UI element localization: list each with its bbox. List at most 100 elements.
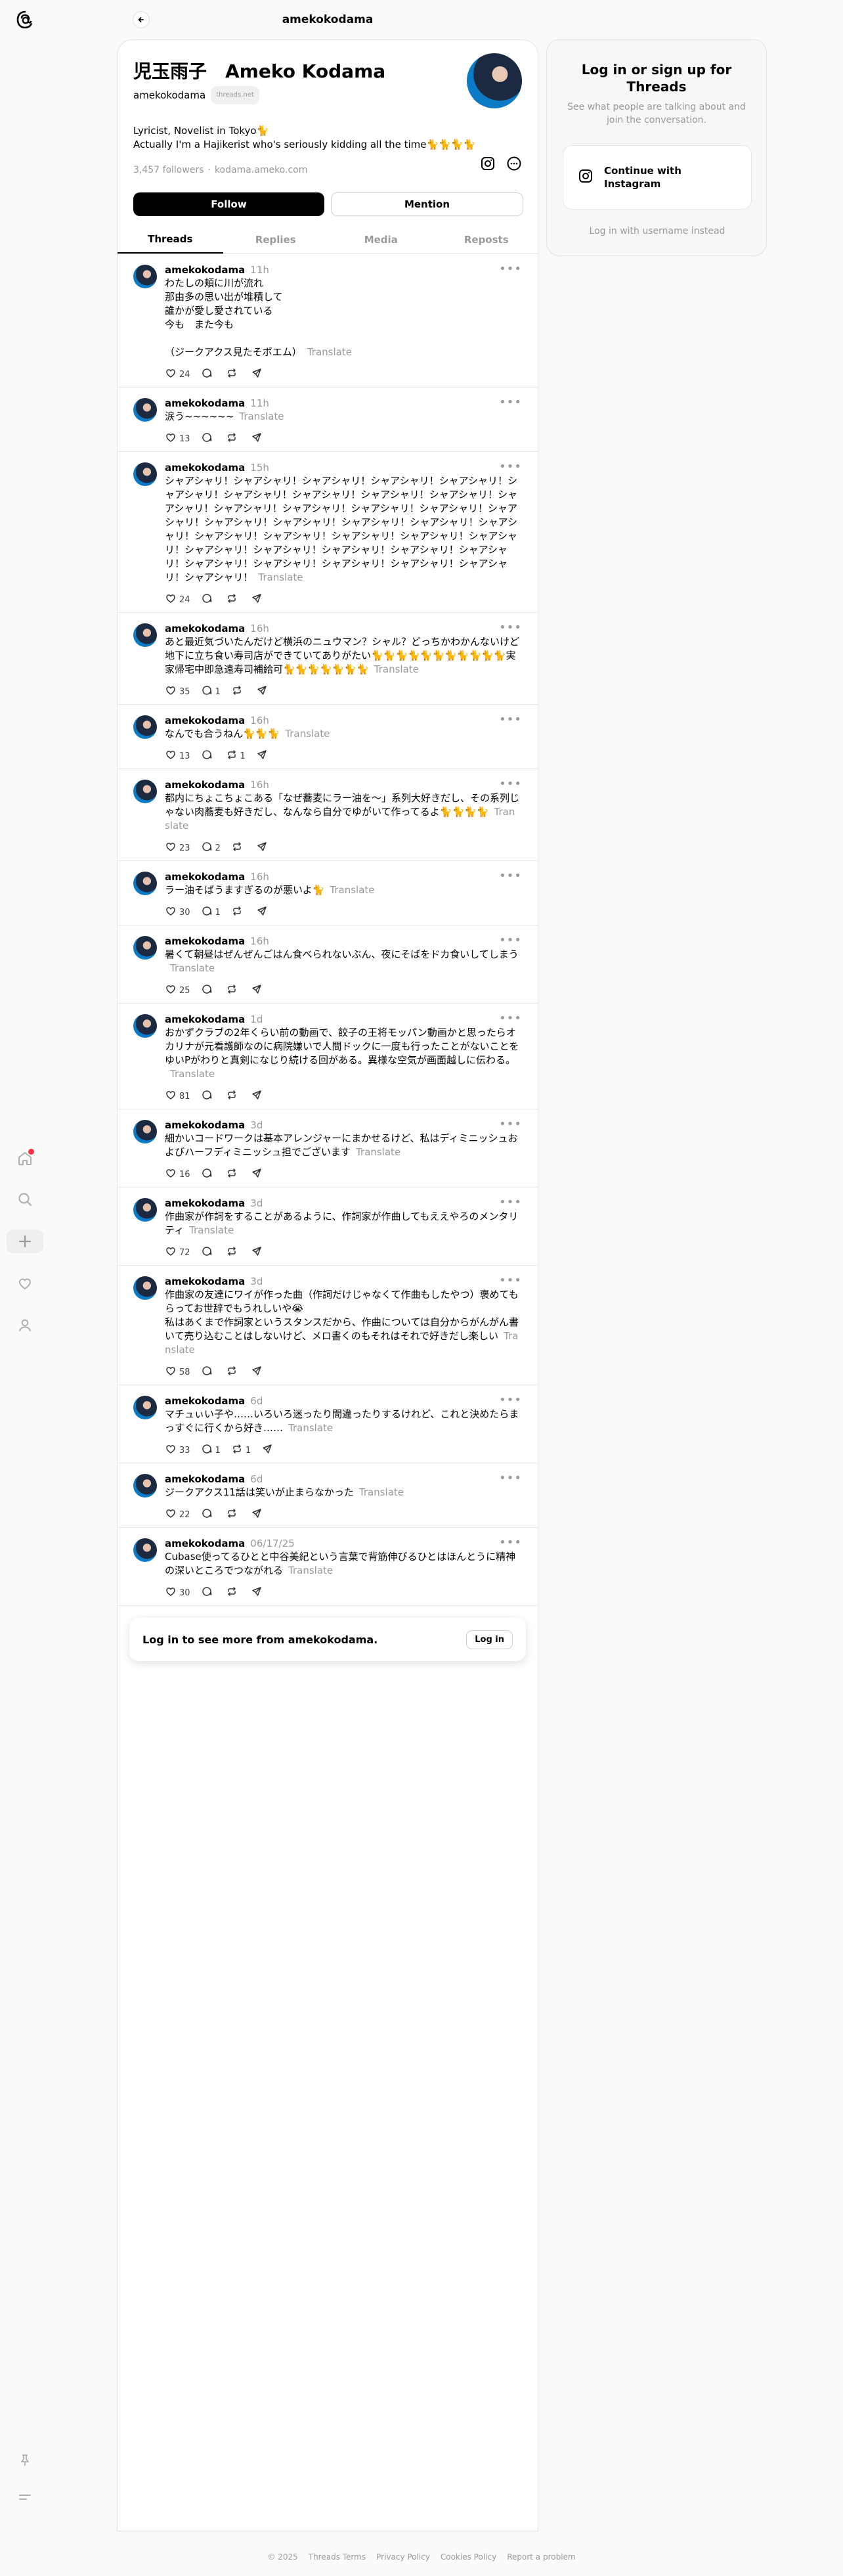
footer-privacy-link[interactable]: Privacy Policy xyxy=(376,2552,430,2562)
followers-count[interactable]: 3,457 followers xyxy=(133,165,204,175)
tab-threads[interactable]: Threads xyxy=(118,225,223,254)
post-avatar[interactable] xyxy=(133,936,157,960)
like-button[interactable]: 30 xyxy=(165,905,190,920)
post-time[interactable]: 3d xyxy=(250,1197,263,1210)
share-button[interactable] xyxy=(251,1245,263,1260)
post-avatar[interactable] xyxy=(133,1120,157,1144)
post-more-icon[interactable]: ••• xyxy=(499,1011,522,1025)
post-more-icon[interactable]: ••• xyxy=(499,460,522,474)
post-more-icon[interactable]: ••• xyxy=(499,1117,522,1131)
post-avatar[interactable] xyxy=(133,715,157,739)
activity-heart-icon[interactable] xyxy=(13,1272,37,1295)
post[interactable]: amekokodama 16h ••• 都内にちょこちょこある「なぜ蕎麦にラー油を〜」… xyxy=(118,769,538,861)
pin-icon[interactable] xyxy=(13,2449,37,2472)
repost-button[interactable] xyxy=(226,592,240,607)
back-button[interactable] xyxy=(133,11,150,28)
repost-button[interactable] xyxy=(231,684,246,699)
like-button[interactable]: 13 xyxy=(165,749,190,763)
translate-link[interactable]: Translate xyxy=(330,884,374,896)
translate-link[interactable]: Translate xyxy=(258,571,303,583)
reply-button[interactable]: 2 xyxy=(201,841,221,855)
share-button[interactable] xyxy=(256,841,268,855)
repost-button[interactable] xyxy=(226,1089,240,1103)
reply-button[interactable] xyxy=(201,1167,215,1182)
username-login-link[interactable]: Log in with username instead xyxy=(547,226,767,236)
post-avatar[interactable] xyxy=(133,1198,157,1222)
post[interactable]: amekokodama 3d ••• 細かいコードワークは基本アレンジャーにまかせるけ… xyxy=(118,1109,538,1188)
post-time[interactable]: 6d xyxy=(250,1473,263,1486)
like-button[interactable]: 35 xyxy=(165,684,190,699)
share-button[interactable] xyxy=(256,905,268,920)
post-author[interactable]: amekokodama xyxy=(165,1537,245,1550)
post-author[interactable]: amekokodama xyxy=(165,397,245,410)
post-more-icon[interactable]: ••• xyxy=(499,395,522,409)
like-button[interactable]: 13 xyxy=(165,432,190,446)
like-button[interactable]: 72 xyxy=(165,1245,190,1260)
reply-button[interactable] xyxy=(201,983,215,998)
like-button[interactable]: 30 xyxy=(165,1586,190,1600)
share-button[interactable] xyxy=(251,1365,263,1379)
post-more-icon[interactable]: ••• xyxy=(499,1471,522,1485)
post[interactable]: amekokodama 11h ••• わたしの頬に川が流れ 那由多の思い出が堆積して… xyxy=(118,254,538,388)
post-avatar[interactable] xyxy=(133,1538,157,1562)
post-time[interactable]: 16h xyxy=(250,778,269,791)
post[interactable]: amekokodama 16h ••• なんでも合うねん🐈🐈🐈 Translate 13 1 xyxy=(118,705,538,769)
translate-link[interactable]: Translate xyxy=(239,411,284,422)
share-button[interactable] xyxy=(251,367,263,382)
reply-button[interactable] xyxy=(201,749,215,763)
post-time[interactable]: 06/17/25 xyxy=(250,1537,294,1550)
post-author[interactable]: amekokodama xyxy=(165,1013,245,1026)
follow-button[interactable]: Follow xyxy=(133,192,324,216)
post-author[interactable]: amekokodama xyxy=(165,1394,245,1408)
post-author[interactable]: amekokodama xyxy=(165,1197,245,1210)
post-time[interactable]: 11h xyxy=(250,397,269,410)
footer-terms-link[interactable]: Threads Terms xyxy=(309,2552,366,2562)
reply-button[interactable]: 1 xyxy=(201,1443,221,1457)
instagram-icon[interactable] xyxy=(480,156,496,174)
login-button[interactable]: Log in xyxy=(466,1630,513,1649)
post-time[interactable]: 6d xyxy=(250,1394,263,1408)
translate-link[interactable]: Translate xyxy=(285,728,330,740)
repost-button[interactable] xyxy=(231,905,246,920)
reply-button[interactable] xyxy=(201,1089,215,1103)
footer-report-link[interactable]: Report a problem xyxy=(507,2552,575,2562)
translate-link[interactable]: Translate xyxy=(288,1422,333,1434)
post-author[interactable]: amekokodama xyxy=(165,714,245,727)
share-button[interactable] xyxy=(251,432,263,446)
like-button[interactable]: 24 xyxy=(165,367,190,382)
post-avatar[interactable] xyxy=(133,1014,157,1038)
post-author[interactable]: amekokodama xyxy=(165,461,245,474)
search-icon[interactable] xyxy=(13,1188,37,1211)
post-avatar[interactable] xyxy=(133,1276,157,1300)
post-more-icon[interactable]: ••• xyxy=(499,262,522,276)
post-author[interactable]: amekokodama xyxy=(165,1473,245,1486)
post[interactable]: amekokodama 6d ••• マチュぃい子や……いろいろ迷ったり間違ったりする… xyxy=(118,1385,538,1463)
mention-button[interactable]: Mention xyxy=(331,192,523,216)
reply-button[interactable] xyxy=(201,592,215,607)
post[interactable]: amekokodama 06/17/25 ••• Cubase使ってるひとと中谷美紀と… xyxy=(118,1528,538,1606)
post-time[interactable]: 16h xyxy=(250,622,269,635)
translate-link[interactable]: Translate xyxy=(374,663,419,675)
repost-button[interactable] xyxy=(226,1507,240,1522)
post-author[interactable]: amekokodama xyxy=(165,263,245,277)
post-more-icon[interactable]: ••• xyxy=(499,1274,522,1287)
post-avatar[interactable] xyxy=(133,780,157,803)
translate-link[interactable]: Translate xyxy=(170,1068,215,1080)
like-button[interactable]: 81 xyxy=(165,1089,190,1103)
like-button[interactable]: 23 xyxy=(165,841,190,855)
like-button[interactable]: 22 xyxy=(165,1507,190,1522)
menu-icon[interactable] xyxy=(13,2485,37,2509)
translate-link[interactable]: Translate xyxy=(170,962,215,974)
like-button[interactable]: 16 xyxy=(165,1167,190,1182)
translate-link[interactable]: Translate xyxy=(356,1146,400,1158)
tab-media[interactable]: Media xyxy=(328,225,434,254)
profile-icon[interactable] xyxy=(13,1314,37,1337)
profile-link[interactable]: kodama.ameko.com xyxy=(215,165,307,175)
repost-button[interactable] xyxy=(226,1167,240,1182)
reply-button[interactable] xyxy=(201,367,215,382)
post-time[interactable]: 16h xyxy=(250,870,269,883)
post-time[interactable]: 15h xyxy=(250,461,269,474)
translate-link[interactable]: Translate xyxy=(359,1486,404,1498)
post-avatar[interactable] xyxy=(133,462,157,486)
share-button[interactable] xyxy=(256,749,268,763)
